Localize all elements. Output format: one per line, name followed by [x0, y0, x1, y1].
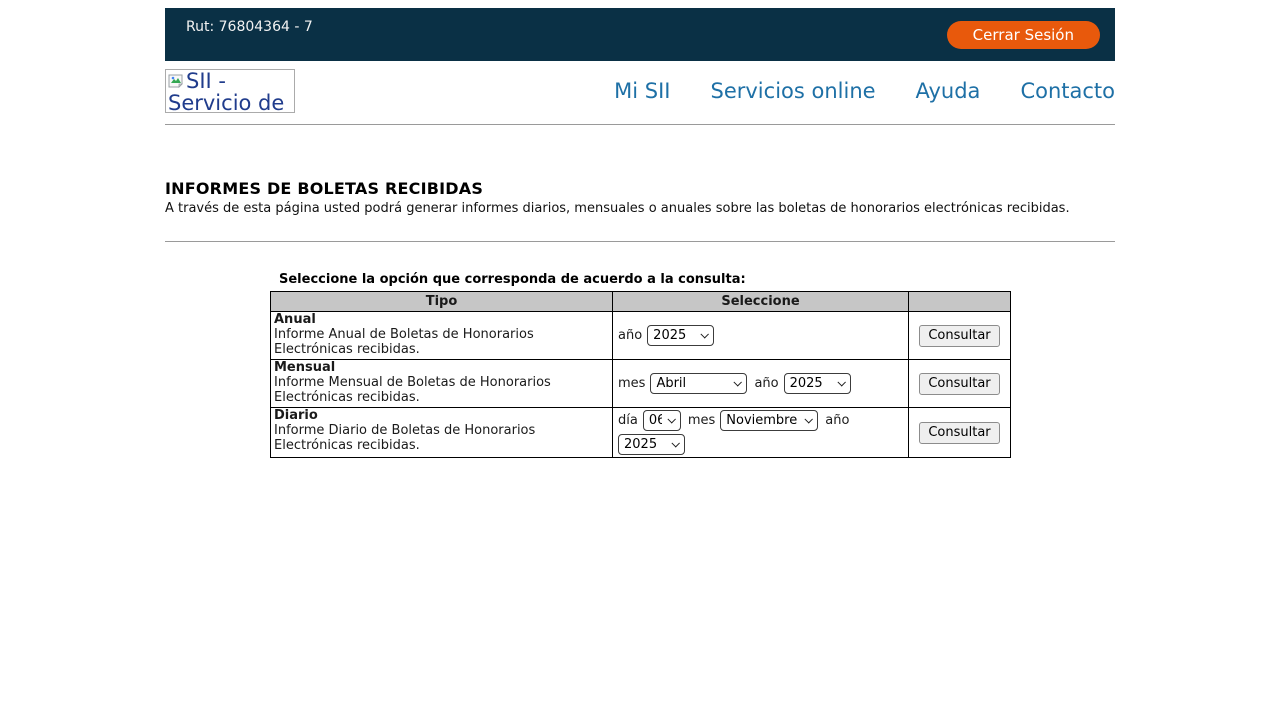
diario-year-select[interactable]: 2025 — [618, 434, 685, 455]
page-title: INFORMES DE BOLETAS RECIBIDAS — [165, 179, 1115, 198]
topbar: Rut: 76804364 - 7 Cerrar Sesión — [165, 8, 1115, 61]
anual-year-label: año — [618, 328, 642, 343]
col-header-seleccione: Seleccione — [613, 292, 909, 312]
logo-alt-text: SII - Servicio de — [168, 69, 284, 113]
diario-year-label: año — [825, 413, 849, 428]
content-divider — [165, 241, 1115, 242]
nav-servicios-online[interactable]: Servicios online — [711, 79, 876, 103]
mensual-month-label: mes — [618, 376, 645, 391]
table-header-row: Tipo Seleccione — [271, 292, 1011, 312]
query-section: Seleccione la opción que corresponda de … — [270, 272, 1115, 458]
mensual-consultar-button[interactable]: Consultar — [919, 373, 999, 395]
sii-logo[interactable]: SII - Servicio de — [165, 69, 295, 113]
header-row: SII - Servicio de Mi SII Servicios onlin… — [165, 69, 1115, 113]
nav-ayuda[interactable]: Ayuda — [916, 79, 981, 103]
row-type-mensual: Mensual — [274, 360, 608, 375]
table-row-mensual: Mensual Informe Mensual de Boletas de Ho… — [271, 360, 1011, 408]
diario-day-label: día — [618, 413, 638, 428]
row-description-anual: Informe Anual de Boletas de Honorarios E… — [274, 327, 608, 357]
anual-year-select[interactable]: 2025 — [647, 325, 714, 346]
diario-month-select[interactable]: Noviembre — [720, 410, 818, 431]
diario-day-select[interactable]: 06 — [643, 410, 681, 431]
row-type-anual: Anual — [274, 312, 608, 327]
row-type-diario: Diario — [274, 408, 608, 423]
col-header-empty — [909, 292, 1011, 312]
table-row-anual: Anual Informe Anual de Boletas de Honora… — [271, 312, 1011, 360]
mensual-month-select[interactable]: Abril — [650, 373, 747, 394]
header-divider — [165, 124, 1115, 125]
table-prompt: Seleccione la opción que corresponda de … — [270, 272, 1115, 287]
col-header-tipo: Tipo — [271, 292, 613, 312]
diario-consultar-button[interactable]: Consultar — [919, 422, 999, 444]
broken-image-icon — [168, 72, 185, 88]
mensual-year-select[interactable]: 2025 — [784, 373, 851, 394]
logout-button[interactable]: Cerrar Sesión — [947, 21, 1100, 49]
nav-mi-sii[interactable]: Mi SII — [614, 79, 670, 103]
nav-contacto[interactable]: Contacto — [1020, 79, 1115, 103]
reports-table: Tipo Seleccione Anual Informe Anual de B… — [270, 291, 1011, 458]
page-subtitle: A través de esta página usted podrá gene… — [165, 201, 1115, 216]
mensual-year-label: año — [754, 376, 778, 391]
row-description-diario: Informe Diario de Boletas de Honorarios … — [274, 423, 608, 453]
diario-month-label: mes — [688, 413, 715, 428]
anual-consultar-button[interactable]: Consultar — [919, 325, 999, 347]
main-nav: Mi SII Servicios online Ayuda Contacto — [614, 79, 1115, 103]
page-container: Rut: 76804364 - 7 Cerrar Sesión SII - Se… — [165, 8, 1115, 458]
table-row-diario: Diario Informe Diario de Boletas de Hono… — [271, 408, 1011, 458]
rut-label: Rut: 76804364 - 7 — [186, 19, 313, 35]
row-description-mensual: Informe Mensual de Boletas de Honorarios… — [274, 375, 608, 405]
